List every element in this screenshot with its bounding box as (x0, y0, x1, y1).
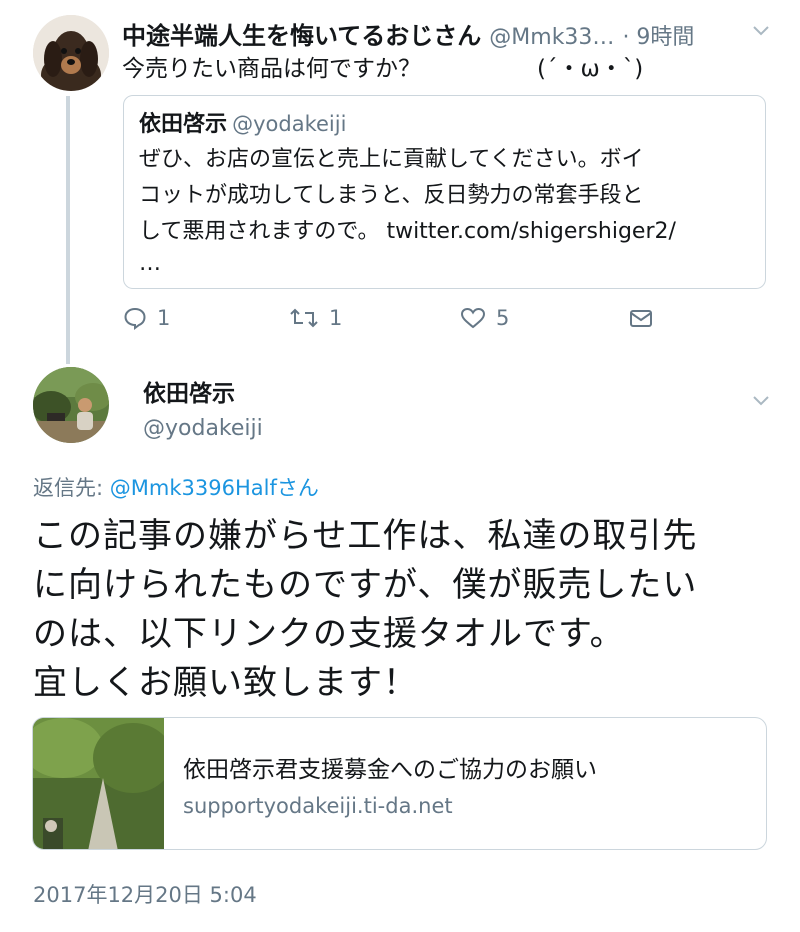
tweet-line: に向けられたものですが、僕が販売したい (33, 565, 698, 605)
link-card[interactable]: 依田啓示君支援募金へのご協力のお願い supportyodakeiji.ti-d… (32, 717, 767, 850)
tweet-line: 宜しくお願い致します！ (33, 663, 418, 703)
reply-button[interactable]: 1 (123, 306, 170, 330)
tweet-timestamp[interactable]: 2017年12月20日 5:04 (33, 879, 257, 909)
person-avatar-image (33, 367, 109, 443)
main-tweet-text: この記事の嫌がらせ工作は、私達の取引先 に向けられたものですが、僕が販売したい … (33, 512, 773, 708)
link-card-url: supportyodakeiji.ti-da.net (183, 794, 453, 818)
message-button[interactable] (628, 306, 654, 330)
author-handle[interactable]: @yodakeiji (143, 416, 263, 441)
author-name[interactable]: 依田啓示 (143, 374, 235, 408)
chevron-down-icon[interactable] (752, 18, 770, 42)
retweet-button[interactable]: 1 (289, 306, 342, 330)
reply-count: 1 (157, 306, 171, 330)
like-icon (460, 307, 486, 329)
reply-to-link[interactable]: @Mmk3396Halfさん (110, 476, 319, 500)
link-card-thumbnail (33, 718, 173, 849)
quoted-author-name: 依田啓示 (139, 112, 228, 137)
thread-line (66, 96, 70, 364)
tweet-time[interactable]: · 9時間 (622, 19, 694, 51)
like-button[interactable]: 5 (460, 306, 509, 330)
like-count: 5 (496, 306, 510, 330)
tweet-header: 中途半端人生を悔いてるおじさん @Mmk33… · 9時間 (122, 16, 742, 51)
dog-avatar-image (33, 15, 109, 91)
quoted-author-handle: @yodakeiji (232, 112, 347, 136)
reply-label: 返信先: (33, 476, 104, 500)
quoted-line: して悪用されますので。 twitter.com/shigershiger2/ (139, 219, 676, 244)
author-name[interactable]: 中途半端人生を悔いてるおじさん (122, 16, 481, 51)
quoted-line: コットが成功してしまうと、反日勢力の常套手段と (139, 183, 644, 208)
quoted-line: ぜひ、お店の宣伝と売上に貢献してください。ボイ (139, 147, 644, 172)
quoted-line: … (139, 251, 161, 276)
retweet-icon (290, 308, 318, 328)
tweet-line: この記事の嫌がらせ工作は、私達の取引先 (33, 516, 698, 556)
quoted-tweet-text: ぜひ、お店の宣伝と売上に貢献してください。ボイ コットが成功してしまうと、反日勢… (139, 142, 759, 278)
message-icon (630, 310, 652, 327)
quoted-tweet-header: 依田啓示 @yodakeiji (139, 106, 346, 138)
quoted-tweet[interactable]: 依田啓示 @yodakeiji ぜひ、お店の宣伝と売上に貢献してください。ボイ … (123, 95, 766, 289)
reply-icon (124, 307, 146, 330)
link-card-title: 依田啓示君支援募金へのご協力のお願い (183, 757, 597, 783)
author-handle[interactable]: @Mmk33… (489, 25, 614, 50)
tweet-text-body: 今売りたい商品は何ですか？ (122, 56, 421, 82)
tweet-line: のは、以下リンクの支援タオルです。 (33, 614, 625, 654)
reply-context: 返信先: @Mmk3396Halfさん (33, 472, 319, 502)
chevron-down-icon[interactable] (752, 388, 770, 412)
avatar[interactable] (33, 367, 109, 443)
avatar[interactable] (33, 15, 109, 91)
emoticon: (´・ω・`) (537, 56, 644, 82)
retweet-count: 1 (329, 306, 343, 330)
